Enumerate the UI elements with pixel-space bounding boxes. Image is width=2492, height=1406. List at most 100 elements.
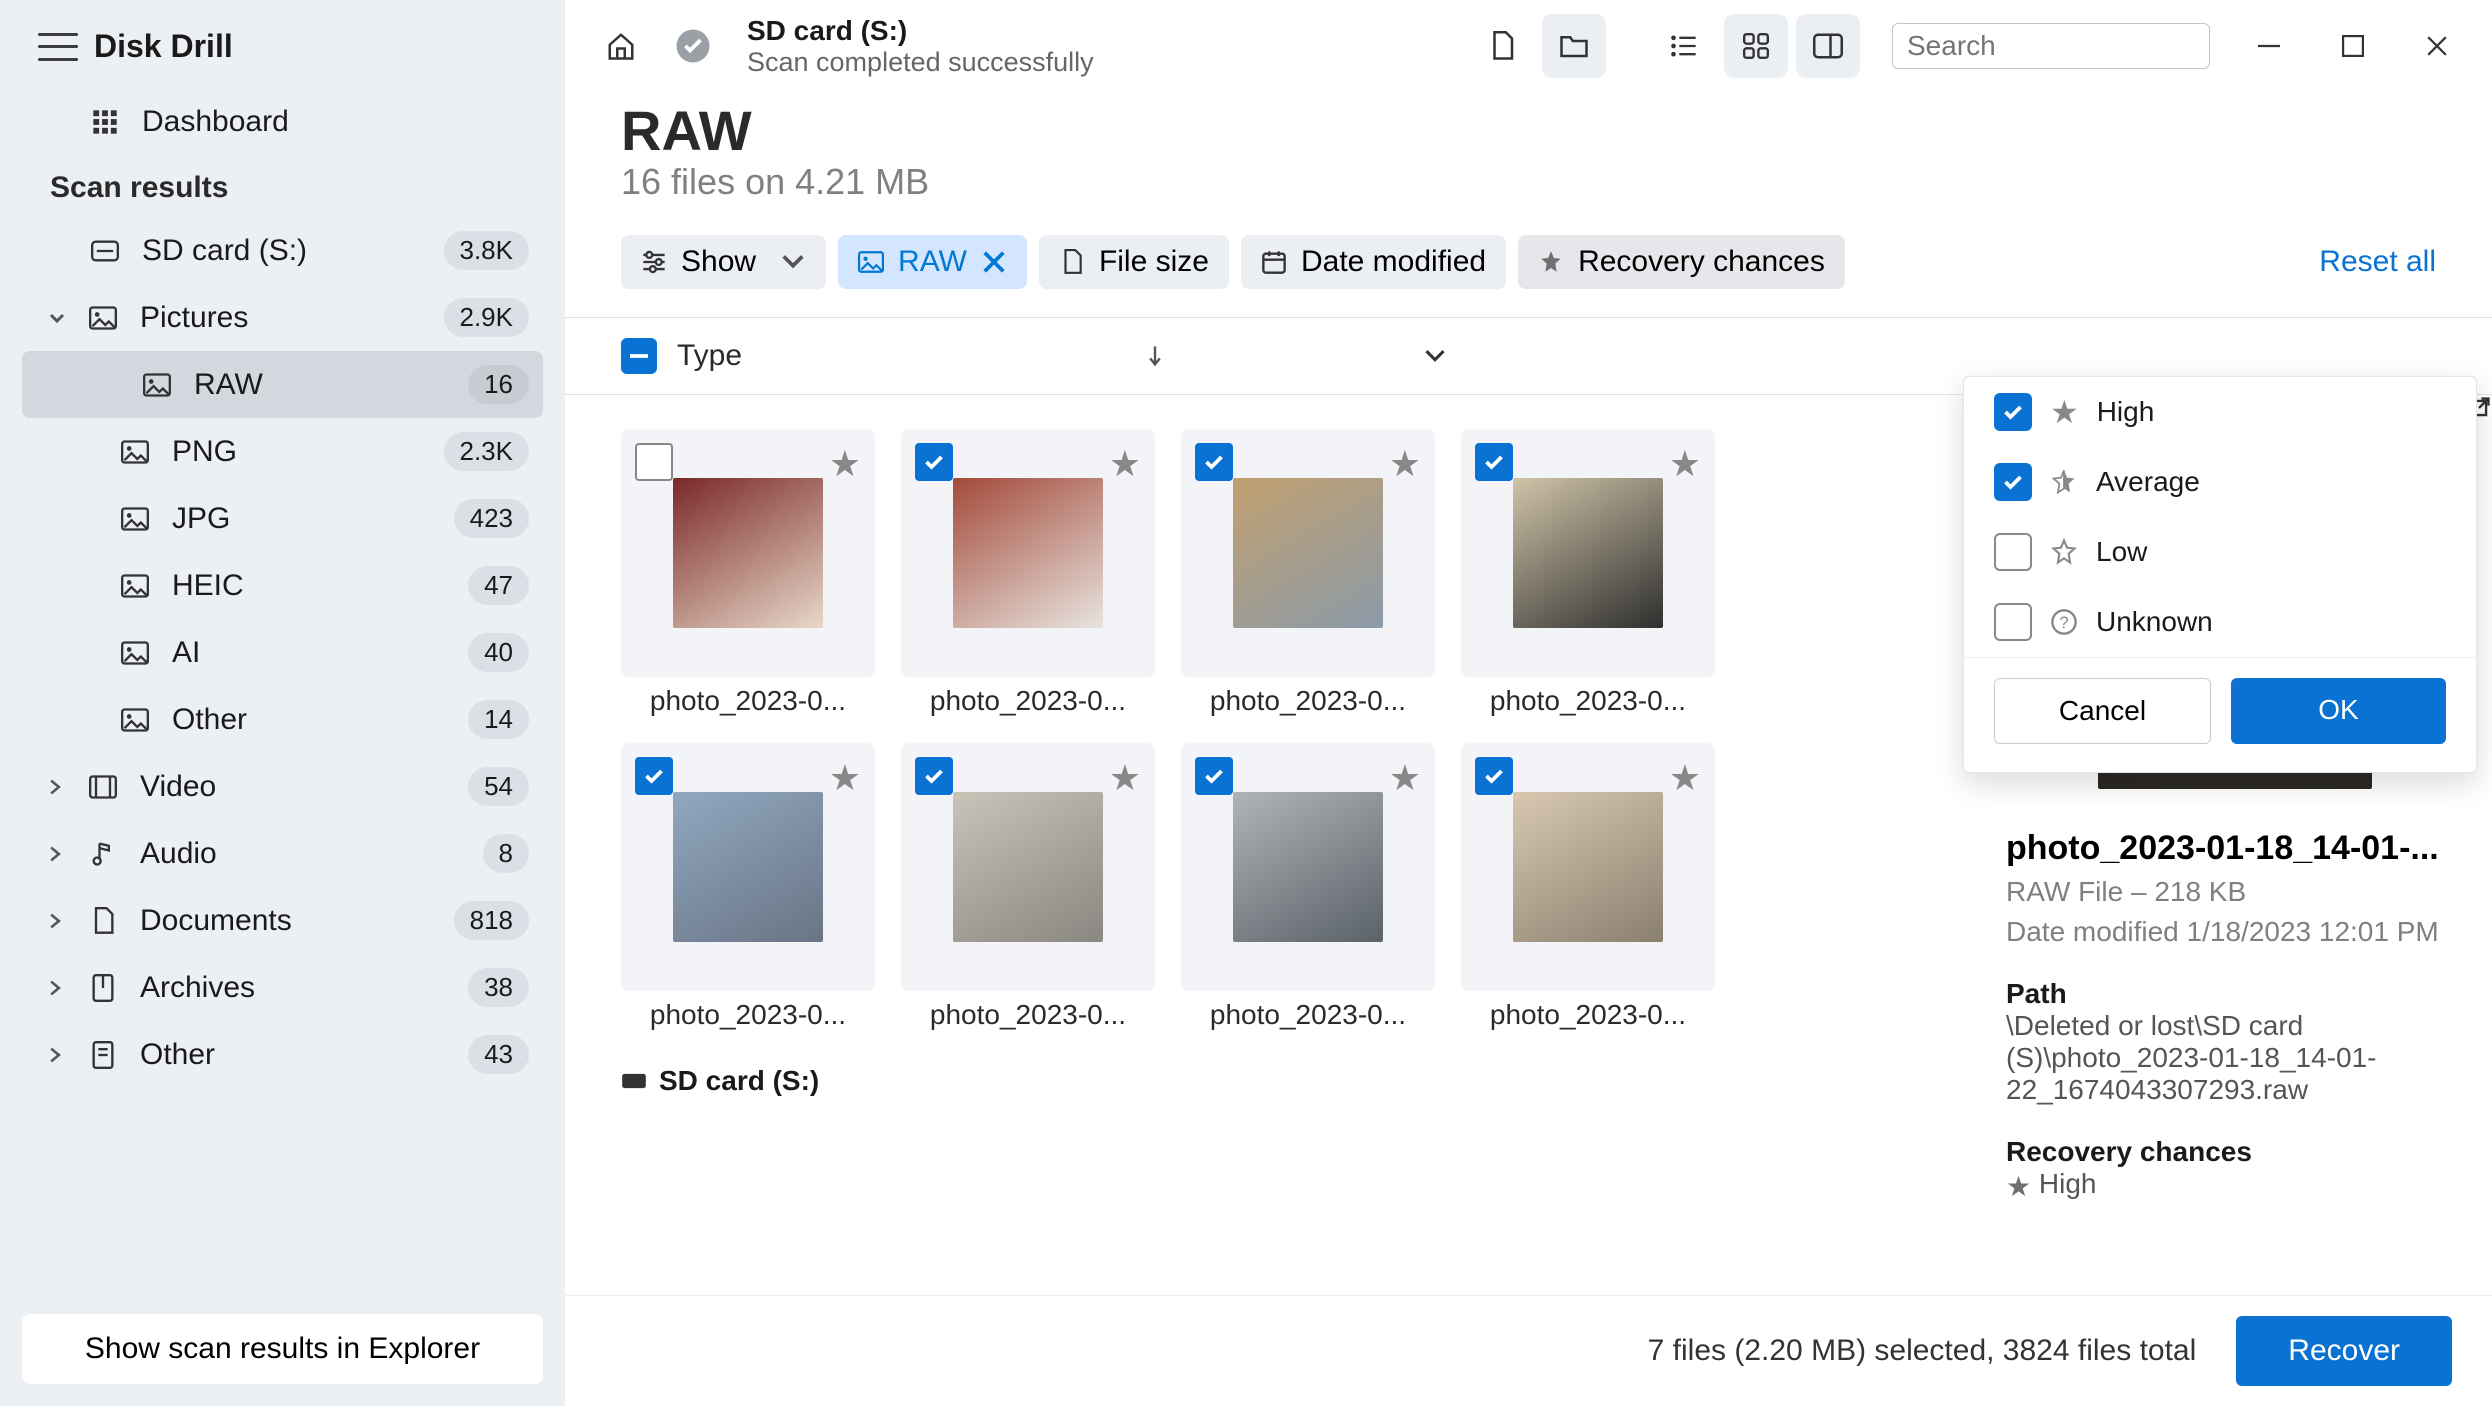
popover-option-unknown[interactable]: ? Unknown (1964, 587, 2476, 657)
show-in-explorer-button[interactable]: Show scan results in Explorer (22, 1314, 543, 1384)
sort-arrow-icon[interactable] (1146, 344, 1164, 368)
type-filter-active[interactable]: RAW (838, 235, 1027, 289)
file-name: photo_2023-0... (621, 685, 875, 717)
archive-icon (88, 973, 118, 1003)
nav-dashboard[interactable]: Dashboard (0, 91, 565, 153)
nav-label: SD card (S:) (142, 234, 307, 268)
file-name: photo_2023-0... (621, 999, 875, 1031)
checkbox-high[interactable] (1994, 393, 2032, 431)
music-icon (88, 839, 118, 869)
file-thumbnail[interactable]: ★ photo_2023-0... (901, 429, 1155, 717)
option-label: High (2097, 396, 2155, 428)
show-filter[interactable]: Show (621, 235, 826, 289)
drive-icon (90, 236, 120, 266)
ok-button[interactable]: OK (2231, 678, 2446, 744)
master-checkbox[interactable] (621, 338, 657, 374)
chevron-down-icon[interactable] (48, 309, 66, 327)
file-thumbnail[interactable]: ★ photo_2023-0... (621, 743, 875, 1031)
sidebar-item-png[interactable]: PNG 2.3K (0, 418, 565, 485)
nav-label: Dashboard (142, 105, 289, 139)
file-checkbox[interactable] (1475, 757, 1513, 795)
file-checkbox[interactable] (1195, 757, 1233, 795)
file-thumbnail[interactable]: ★ photo_2023-0... (621, 429, 875, 717)
date-filter[interactable]: Date modified (1241, 235, 1506, 289)
list-view-button[interactable] (1652, 14, 1716, 78)
maximize-button[interactable] (2322, 18, 2384, 74)
file-thumbnail[interactable]: ★ photo_2023-0... (1181, 429, 1435, 717)
file-type-size: RAW File – 218 KB (2006, 876, 2464, 908)
popover-option-high[interactable]: ★ High (1964, 377, 2476, 447)
sidebar: Disk Drill Dashboard Scan results SD car… (0, 0, 565, 1406)
file-size-filter[interactable]: File size (1039, 235, 1229, 289)
popover-option-low[interactable]: Low (1964, 517, 2476, 587)
minimize-button[interactable] (2238, 18, 2300, 74)
nav-label: Audio (140, 837, 217, 871)
checkbox-low[interactable] (1994, 533, 2032, 571)
thumbnail-image (1233, 792, 1383, 942)
file-name: photo_2023-0... (1181, 685, 1435, 717)
chevron-right-icon[interactable] (48, 979, 66, 997)
nav-label: Documents (140, 904, 292, 938)
file-checkbox[interactable] (635, 757, 673, 795)
file-checkbox[interactable] (635, 443, 673, 481)
nav-drive[interactable]: SD card (S:) 3.8K (0, 217, 565, 284)
popover-option-average[interactable]: Average (1964, 447, 2476, 517)
chevron-right-icon[interactable] (48, 778, 66, 796)
nav-audio[interactable]: Audio 8 (0, 820, 565, 887)
count-badge: 423 (454, 499, 529, 538)
file-thumbnail[interactable]: ★ photo_2023-0... (1461, 429, 1715, 717)
chip-label: File size (1099, 245, 1209, 279)
close-button[interactable] (2406, 18, 2468, 74)
sidebar-item-ai[interactable]: AI 40 (0, 619, 565, 686)
file-checkbox[interactable] (1475, 443, 1513, 481)
nav-archives[interactable]: Archives 38 (0, 954, 565, 1021)
sidebar-item-other[interactable]: Other 14 (0, 686, 565, 753)
group-label: SD card (S:) (659, 1065, 819, 1097)
nav-video[interactable]: Video 54 (0, 753, 565, 820)
file-thumbnail[interactable]: ★ photo_2023-0... (1181, 743, 1435, 1031)
home-button[interactable] (589, 14, 653, 78)
close-icon[interactable] (981, 249, 1007, 275)
thumbnail-image (1513, 478, 1663, 628)
file-checkbox[interactable] (915, 443, 953, 481)
cancel-button[interactable]: Cancel (1994, 678, 2211, 744)
sidebar-item-jpg[interactable]: JPG 423 (0, 485, 565, 552)
reset-filters-link[interactable]: Reset all (2319, 245, 2436, 279)
group-header[interactable]: SD card (S:) (621, 1057, 1908, 1097)
count-badge: 3.8K (444, 231, 530, 270)
file-checkbox[interactable] (1195, 443, 1233, 481)
sidebar-item-raw[interactable]: RAW 16 (22, 351, 543, 418)
category-subtitle: 16 files on 4.21 MB (621, 161, 2436, 203)
video-icon (88, 772, 118, 802)
file-checkbox[interactable] (915, 757, 953, 795)
option-label: Low (2096, 536, 2147, 568)
sidebar-item-heic[interactable]: HEIC 47 (0, 552, 565, 619)
chip-label: Date modified (1301, 245, 1486, 279)
nav-documents[interactable]: Documents 818 (0, 887, 565, 954)
chevron-right-icon[interactable] (48, 912, 66, 930)
file-icon (1059, 249, 1085, 275)
checkbox-unknown[interactable] (1994, 603, 2032, 641)
chevron-down-icon[interactable] (1424, 348, 1446, 364)
sort-column-type[interactable]: Type (677, 339, 742, 373)
file-view-button[interactable] (1470, 14, 1534, 78)
image-icon (120, 638, 150, 668)
folder-view-button[interactable] (1542, 14, 1606, 78)
search-input[interactable] (1907, 30, 2268, 62)
recovery-filter[interactable]: Recovery chances (1518, 235, 1845, 289)
image-icon (120, 437, 150, 467)
search-box[interactable] (1892, 23, 2210, 69)
nav-other[interactable]: Other 43 (0, 1021, 565, 1088)
recover-button[interactable]: Recover (2236, 1316, 2452, 1386)
checkbox-average[interactable] (1994, 463, 2032, 501)
grid-view-button[interactable] (1724, 14, 1788, 78)
breadcrumb: SD card (S:) Scan completed successfully (747, 15, 1094, 78)
file-thumbnail[interactable]: ★ photo_2023-0... (1461, 743, 1715, 1031)
menu-icon[interactable] (38, 33, 78, 61)
panel-toggle-button[interactable] (1796, 14, 1860, 78)
nav-pictures[interactable]: Pictures 2.9K (0, 284, 565, 351)
chevron-right-icon[interactable] (48, 845, 66, 863)
file-thumbnail[interactable]: ★ photo_2023-0... (901, 743, 1155, 1031)
chevron-right-icon[interactable] (48, 1046, 66, 1064)
count-badge: 2.9K (444, 298, 530, 337)
